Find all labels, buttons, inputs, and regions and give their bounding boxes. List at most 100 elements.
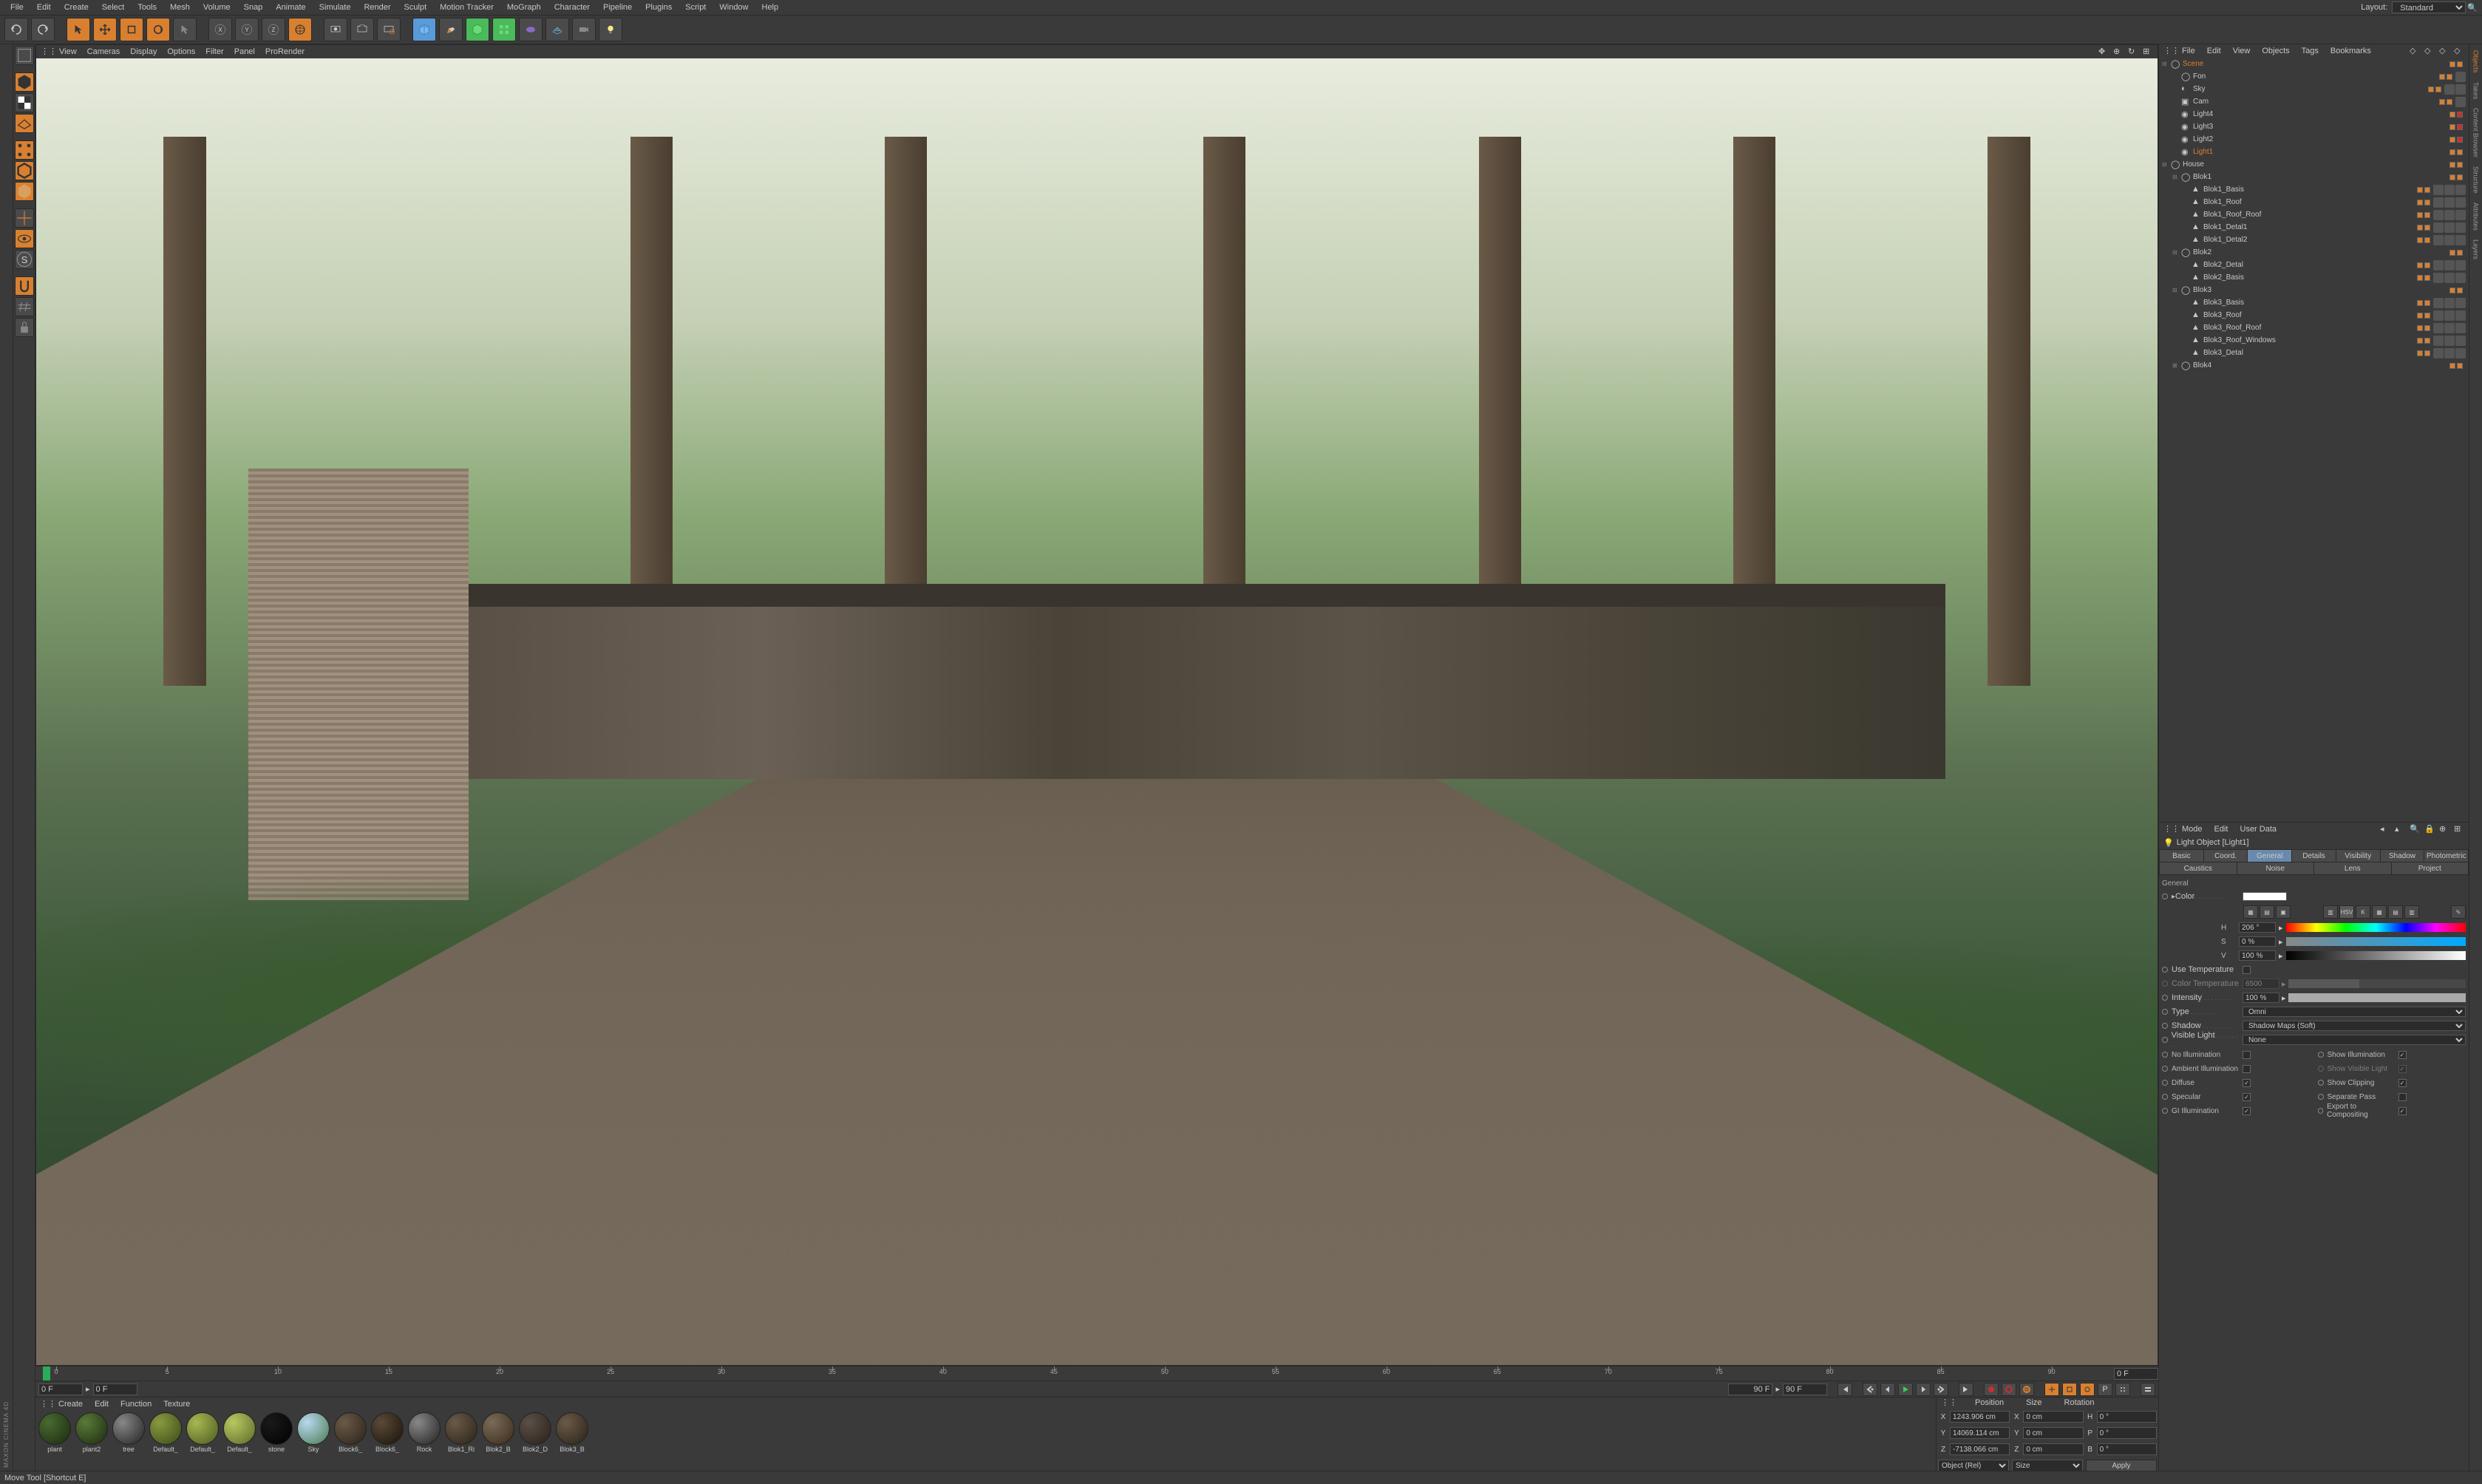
color-swatches-icon[interactable]: ▤ [2388, 905, 2403, 919]
prev-key-button[interactable] [1863, 1383, 1877, 1396]
menu-file[interactable]: File [4, 0, 30, 15]
visibility-dot[interactable] [2424, 262, 2430, 268]
panel-grip-icon[interactable]: ⋮⋮ [41, 47, 51, 57]
object-row[interactable]: ◉Light3 [2159, 120, 2469, 133]
menu-plugins[interactable]: Plugins [639, 0, 678, 15]
visibility-dot[interactable] [2449, 112, 2455, 118]
visibility-dot[interactable] [2424, 338, 2430, 344]
vp-menu-filter[interactable]: Filter [200, 45, 228, 58]
coord-field[interactable] [2097, 1411, 2157, 1423]
panel-grip-icon[interactable]: ⋮⋮ [1941, 1398, 1951, 1408]
object-row[interactable]: ▲Blok3_Roof [2159, 309, 2469, 321]
visibility-dot[interactable] [2424, 237, 2430, 243]
visibility-dot[interactable] [2449, 250, 2455, 256]
val-field[interactable] [2239, 950, 2276, 961]
playhead-icon[interactable] [43, 1366, 50, 1381]
inner-end-field[interactable] [1728, 1383, 1772, 1395]
coords-size-select[interactable]: Size [2012, 1460, 2083, 1471]
autokey-button[interactable] [2002, 1383, 2016, 1396]
use-temp-checkbox[interactable] [2243, 966, 2251, 974]
checkbox[interactable] [2398, 1107, 2407, 1115]
object-row[interactable]: ⊟◯Blok3 [2159, 284, 2469, 296]
light-icon[interactable] [599, 18, 622, 41]
tag-icon[interactable] [2444, 197, 2455, 208]
scale-tool-icon[interactable] [120, 18, 143, 41]
visibility-dot[interactable] [2417, 225, 2423, 231]
attr-tab-project[interactable]: Project [2392, 862, 2469, 874]
object-row[interactable]: ◉Light2 [2159, 133, 2469, 146]
material-thumb[interactable]: tree [111, 1412, 146, 1453]
visibility-dot[interactable] [2457, 149, 2463, 155]
cube-primitive-icon[interactable] [412, 18, 436, 41]
tag-icon[interactable] [2433, 336, 2444, 346]
attr-tab-caustics[interactable]: Caustics [2160, 862, 2237, 874]
axis-icon[interactable] [15, 208, 34, 228]
move-tool-icon[interactable] [93, 18, 117, 41]
attr-menu-user-data[interactable]: User Data [2235, 823, 2282, 836]
texture-mode-icon[interactable] [15, 93, 34, 112]
range-spinner-icon-2[interactable]: ▸ [1775, 1384, 1780, 1394]
material-thumb[interactable]: Blok3_B [554, 1412, 590, 1453]
menu-tools[interactable]: Tools [132, 0, 163, 15]
attr-tab-general[interactable]: General [2248, 850, 2291, 862]
z-axis-lock-icon[interactable]: Z [262, 18, 285, 41]
visibility-dot[interactable] [2457, 363, 2463, 369]
attr-tab-details[interactable]: Details [2292, 850, 2336, 862]
tag-icon[interactable] [2455, 336, 2466, 346]
checkbox[interactable] [2243, 1079, 2251, 1087]
color-hsv-icon[interactable]: HSV [2339, 905, 2354, 919]
visibility-dot[interactable] [2424, 350, 2430, 356]
y-axis-lock-icon[interactable]: Y [235, 18, 259, 41]
expand-icon[interactable]: ⊟ [2172, 249, 2180, 256]
attr-nav-icon-3[interactable]: 🔒 [2424, 824, 2435, 834]
visible-light-select[interactable]: None [2243, 1035, 2466, 1045]
color-mode-icon[interactable]: ▦ [2243, 905, 2258, 919]
eye-icon[interactable]: ◇ [2439, 46, 2449, 56]
coord-field[interactable] [1950, 1411, 2010, 1423]
visibility-dot[interactable] [2417, 350, 2423, 356]
cam-icon[interactable]: ◇ [2454, 46, 2464, 56]
tag-icon[interactable] [2455, 323, 2466, 333]
tag-icon[interactable] [2455, 260, 2466, 270]
current-frame-field[interactable] [2114, 1368, 2158, 1380]
attr-tab-lens[interactable]: Lens [2314, 862, 2391, 874]
checkbox[interactable] [2398, 1065, 2407, 1073]
menu-character[interactable]: Character [548, 0, 596, 15]
object-row[interactable]: ▲Blok2_Basis [2159, 271, 2469, 284]
attr-menu-edit[interactable]: Edit [2209, 823, 2234, 836]
menu-volume[interactable]: Volume [197, 0, 237, 15]
mat-menu-texture[interactable]: Texture [158, 1398, 195, 1411]
workplane-mode-icon[interactable] [15, 114, 34, 133]
object-row[interactable]: ⊟◯Blok1 [2159, 171, 2469, 183]
attr-nav-icon-2[interactable]: 🔍 [2410, 824, 2420, 834]
visibility-dot[interactable] [2457, 250, 2463, 256]
visibility-dot[interactable] [2457, 112, 2463, 118]
tag-icon[interactable] [2433, 273, 2444, 283]
obj-menu-edit[interactable]: Edit [2202, 44, 2226, 58]
checkbox[interactable] [2398, 1051, 2407, 1059]
visibility-dot[interactable] [2449, 61, 2455, 67]
vp-menu-panel[interactable]: Panel [229, 45, 260, 58]
tag-icon[interactable] [2433, 185, 2444, 195]
material-thumb[interactable]: Default_ [185, 1412, 220, 1453]
material-thumb[interactable]: Blok2_D [517, 1412, 553, 1453]
type-select[interactable]: Omni [2243, 1007, 2466, 1017]
attr-tab-visibility[interactable]: Visibility [2336, 850, 2380, 862]
key-pos-button[interactable] [2044, 1383, 2059, 1396]
visibility-dot[interactable] [2449, 363, 2455, 369]
tag-icon[interactable] [2455, 210, 2466, 220]
tag-icon[interactable] [2444, 298, 2455, 308]
hue-slider[interactable] [2286, 923, 2466, 932]
render-settings-icon[interactable] [377, 18, 401, 41]
eyedropper-icon[interactable]: ✎ [2451, 905, 2466, 919]
visibility-dot[interactable] [2417, 187, 2423, 193]
object-row[interactable]: ▣Cam [2159, 95, 2469, 108]
visibility-dot[interactable] [2417, 325, 2423, 331]
object-row[interactable]: ◉Light1 [2159, 146, 2469, 158]
object-row[interactable]: ▲Blok1_Detal1 [2159, 221, 2469, 234]
expand-icon[interactable]: ⊟ [2172, 174, 2180, 180]
redo-button[interactable] [31, 18, 55, 41]
shadow-select[interactable]: Shadow Maps (Soft) [2243, 1021, 2466, 1031]
checkbox[interactable] [2243, 1093, 2251, 1101]
prev-frame-button[interactable] [1880, 1383, 1895, 1396]
